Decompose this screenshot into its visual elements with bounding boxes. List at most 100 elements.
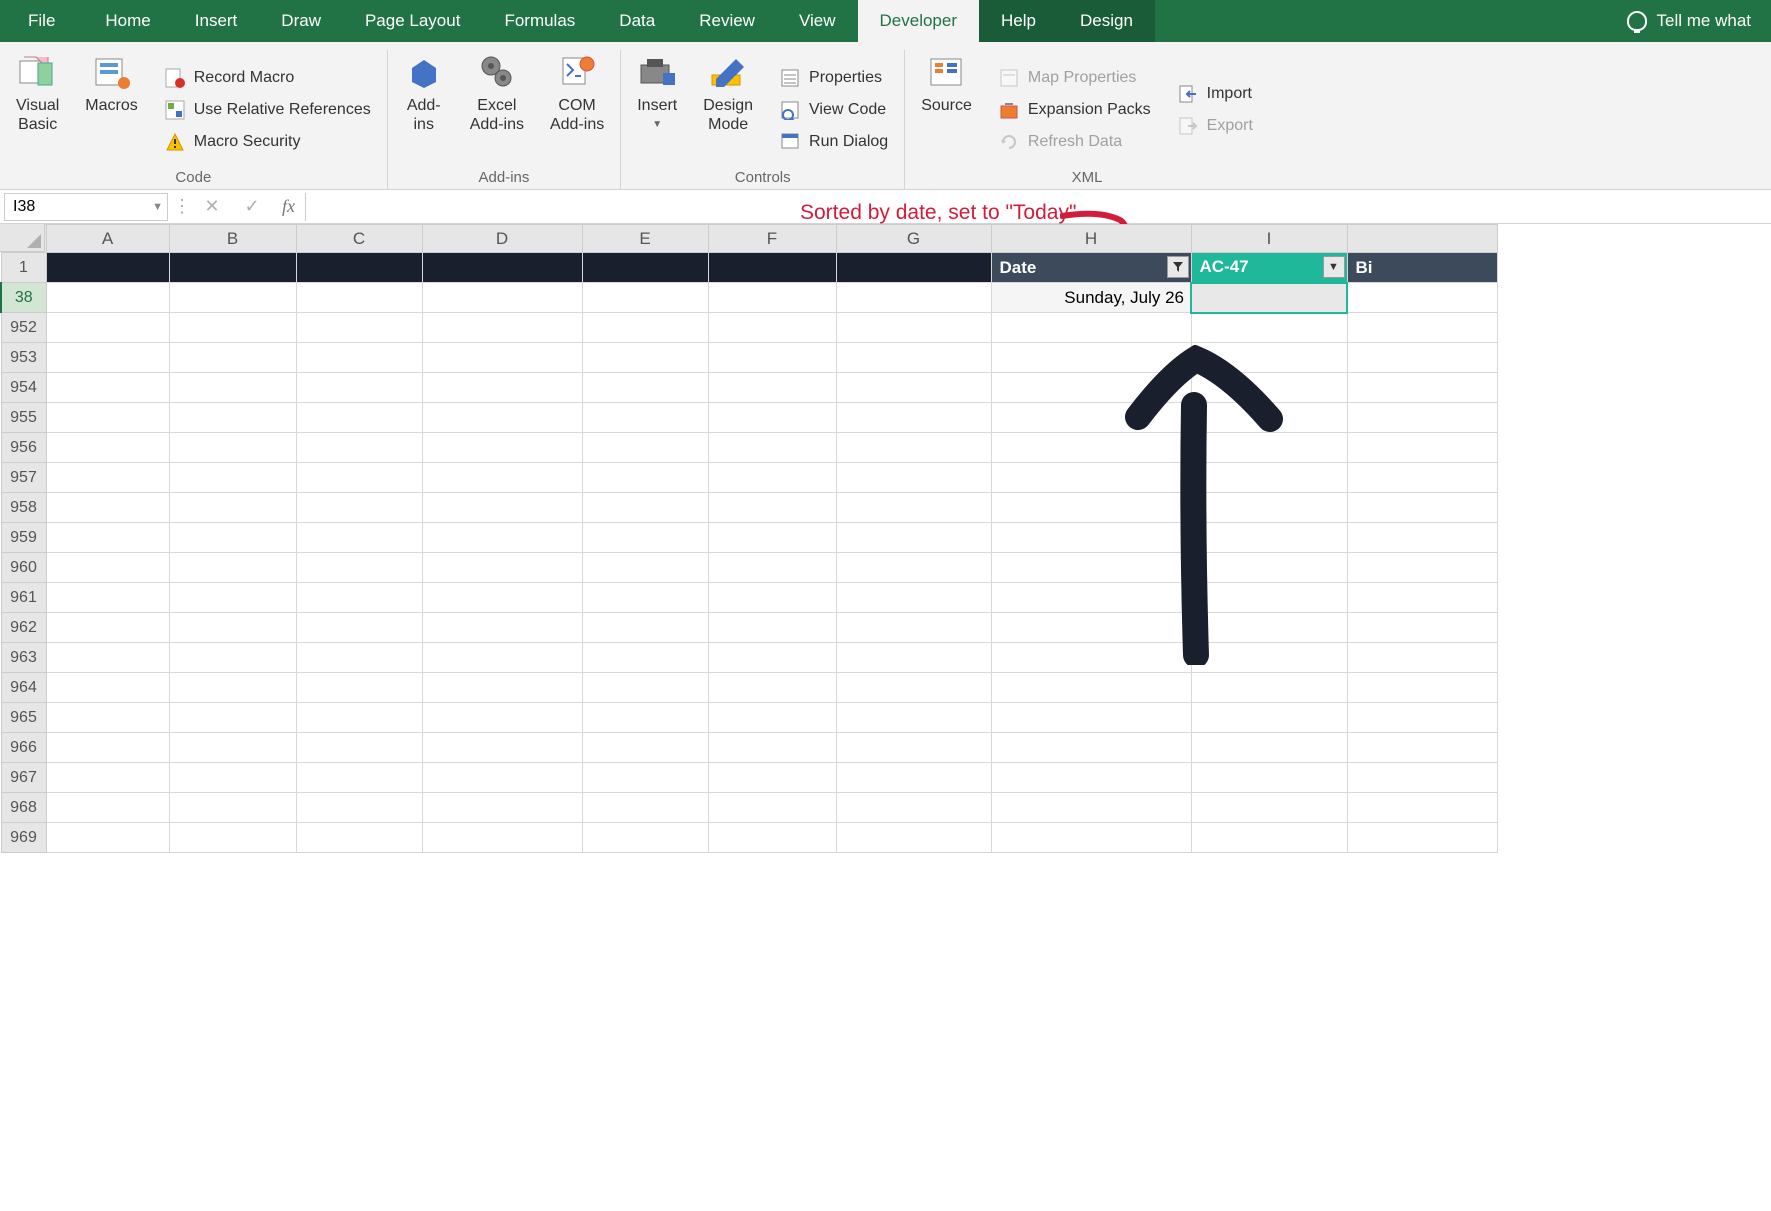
cell[interactable] (169, 583, 296, 613)
row-header[interactable]: 963 (1, 643, 46, 673)
cell[interactable] (169, 313, 296, 343)
cell[interactable] (296, 643, 422, 673)
cell[interactable] (169, 253, 296, 283)
tab-help[interactable]: Help (979, 0, 1058, 42)
cell[interactable] (169, 433, 296, 463)
tab-data[interactable]: Data (597, 0, 677, 42)
source-button[interactable]: Source (915, 50, 978, 169)
cell[interactable] (46, 583, 169, 613)
cell[interactable] (582, 583, 708, 613)
cell[interactable] (991, 763, 1191, 793)
cell[interactable] (991, 703, 1191, 733)
cell[interactable] (1191, 403, 1347, 433)
cell[interactable] (991, 823, 1191, 853)
cell[interactable] (582, 403, 708, 433)
column-header[interactable]: E (582, 225, 708, 253)
cell[interactable] (836, 433, 991, 463)
cell[interactable] (582, 733, 708, 763)
cell[interactable] (582, 643, 708, 673)
tab-review[interactable]: Review (677, 0, 777, 42)
cell[interactable] (1347, 673, 1497, 703)
cell[interactable] (296, 733, 422, 763)
cell[interactable] (169, 673, 296, 703)
cell[interactable] (169, 823, 296, 853)
cell[interactable] (836, 823, 991, 853)
cell[interactable] (1347, 343, 1497, 373)
cell[interactable] (708, 733, 836, 763)
cell[interactable] (708, 523, 836, 553)
row-header[interactable]: 955 (1, 403, 46, 433)
cell[interactable] (991, 733, 1191, 763)
cell[interactable] (1347, 313, 1497, 343)
cell[interactable] (1347, 553, 1497, 583)
row-header[interactable]: 960 (1, 553, 46, 583)
cell[interactable] (836, 553, 991, 583)
cell[interactable] (422, 703, 582, 733)
cell[interactable] (836, 763, 991, 793)
cell[interactable] (1191, 793, 1347, 823)
cell[interactable] (46, 733, 169, 763)
cell[interactable] (1347, 823, 1497, 853)
row-header[interactable]: 958 (1, 493, 46, 523)
cell[interactable] (296, 583, 422, 613)
row-header[interactable]: 952 (1, 313, 46, 343)
filter-icon[interactable] (1167, 256, 1189, 278)
cell[interactable] (169, 343, 296, 373)
cell[interactable] (422, 553, 582, 583)
cell[interactable] (708, 433, 836, 463)
cell[interactable] (46, 523, 169, 553)
cell[interactable] (296, 403, 422, 433)
row-header[interactable]: 961 (1, 583, 46, 613)
cell[interactable] (1191, 433, 1347, 463)
cell[interactable] (582, 493, 708, 523)
cell[interactable] (169, 403, 296, 433)
cell[interactable] (169, 703, 296, 733)
cell[interactable] (169, 613, 296, 643)
cell[interactable] (1347, 463, 1497, 493)
cell[interactable] (1347, 733, 1497, 763)
cell[interactable] (169, 553, 296, 583)
cell[interactable] (1191, 643, 1347, 673)
cell[interactable] (422, 373, 582, 403)
cell[interactable] (836, 253, 991, 283)
cell[interactable] (1347, 703, 1497, 733)
cell[interactable] (1347, 763, 1497, 793)
cell[interactable] (708, 313, 836, 343)
cell[interactable] (296, 613, 422, 643)
cell[interactable] (991, 643, 1191, 673)
cell[interactable] (991, 613, 1191, 643)
cell[interactable] (296, 793, 422, 823)
cell[interactable] (422, 493, 582, 523)
cell[interactable] (836, 463, 991, 493)
cell[interactable] (1191, 763, 1347, 793)
cell[interactable] (296, 673, 422, 703)
cell[interactable] (991, 583, 1191, 613)
cell[interactable] (708, 823, 836, 853)
cell[interactable] (582, 793, 708, 823)
cell[interactable] (708, 763, 836, 793)
cancel-formula-button[interactable]: ✕ (192, 196, 232, 217)
column-header[interactable]: F (708, 225, 836, 253)
properties-button[interactable]: Properties (779, 67, 888, 89)
cell[interactable] (422, 763, 582, 793)
cell[interactable] (836, 793, 991, 823)
cell[interactable] (1191, 463, 1347, 493)
cell[interactable] (296, 313, 422, 343)
cell[interactable] (991, 523, 1191, 553)
cell[interactable] (836, 373, 991, 403)
cell[interactable] (991, 433, 1191, 463)
cell[interactable] (296, 283, 422, 313)
cell[interactable] (1347, 643, 1497, 673)
selected-cell[interactable] (1191, 283, 1347, 313)
header-ac47-cell[interactable]: AC-47▼ (1191, 253, 1347, 283)
cell[interactable] (46, 253, 169, 283)
cell[interactable] (46, 823, 169, 853)
import-button[interactable]: Import (1177, 83, 1253, 105)
cell[interactable] (296, 553, 422, 583)
cell[interactable] (991, 493, 1191, 523)
cell[interactable] (1191, 553, 1347, 583)
cell[interactable] (1191, 343, 1347, 373)
cell[interactable] (296, 343, 422, 373)
header-date-cell[interactable]: Date (991, 253, 1191, 283)
cell[interactable] (1191, 673, 1347, 703)
